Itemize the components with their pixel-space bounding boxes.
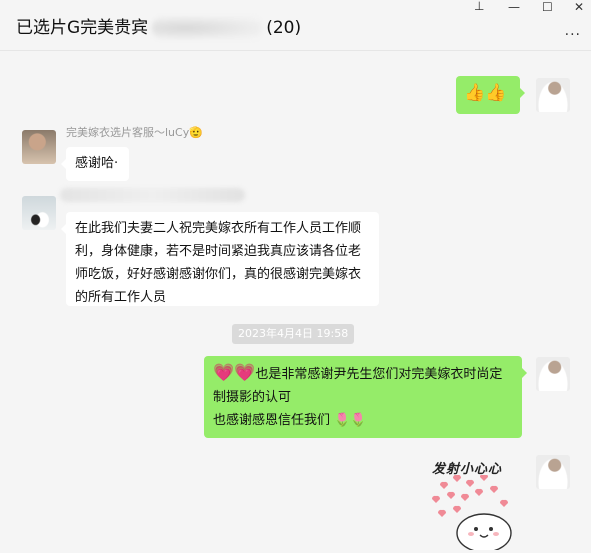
sender-name: 完美嫁衣选片客服～luCy🫡 xyxy=(66,126,203,139)
message-bubble[interactable]: 💗💗也是非常感谢尹先生您们对完美嫁衣时尚定制摄影的认可 也感谢感恩信任我们 🌷🌷 xyxy=(204,356,527,438)
blurred-name xyxy=(152,17,263,39)
avatar[interactable] xyxy=(536,455,570,489)
avatar[interactable] xyxy=(22,130,56,164)
message-text: 也是非常感谢尹先生您们对完美嫁衣时尚定制摄影的认可 xyxy=(213,367,503,405)
chat-title[interactable]: 已选片G完美贵宾 (20) xyxy=(16,13,301,39)
avatar[interactable] xyxy=(536,78,570,112)
maximize-icon[interactable]: ☐ xyxy=(542,0,553,14)
message-bubble[interactable]: 👍👍 xyxy=(456,76,525,114)
timestamp: 2023年4月4日 19:58 xyxy=(232,324,355,344)
message-bubble[interactable]: 感谢哈· xyxy=(61,147,129,181)
chat-header: 已选片G完美贵宾 (20) ⊥ — ☐ ✕ ··· xyxy=(0,0,591,51)
member-count: (20) xyxy=(266,18,302,38)
message-text-line2: 也感谢感恩信任我们 xyxy=(213,413,331,428)
message-text: 在此我们夫妻二人祝完美嫁衣所有工作人员工作顺利，身体健康，若不是时间紧迫我真应该… xyxy=(75,221,362,305)
thumbs-up-emoji: 👍👍 xyxy=(464,83,507,103)
heart-emoji: 💗💗 xyxy=(213,363,256,383)
avatar[interactable] xyxy=(22,196,56,230)
pin-icon[interactable]: ⊥ xyxy=(474,0,484,13)
message-bubble[interactable]: 在此我们夫妻二人祝完美嫁衣所有工作人员工作顺利，身体健康，若不是时间紧迫我真应该… xyxy=(61,212,379,306)
avatar[interactable] xyxy=(536,357,570,391)
message-text: 感谢哈· xyxy=(75,156,119,171)
close-icon[interactable]: ✕ xyxy=(574,0,584,14)
minimize-icon[interactable]: — xyxy=(508,0,520,14)
sticker-art xyxy=(431,475,512,550)
chat-title-text: 已选片G完美贵宾 xyxy=(16,18,149,38)
tulip-emoji: 🌷🌷 xyxy=(334,413,367,428)
more-icon[interactable]: ··· xyxy=(565,27,581,43)
heart-sticker[interactable]: 发射小心心 xyxy=(424,455,524,550)
blurred-sender-name xyxy=(60,188,245,202)
